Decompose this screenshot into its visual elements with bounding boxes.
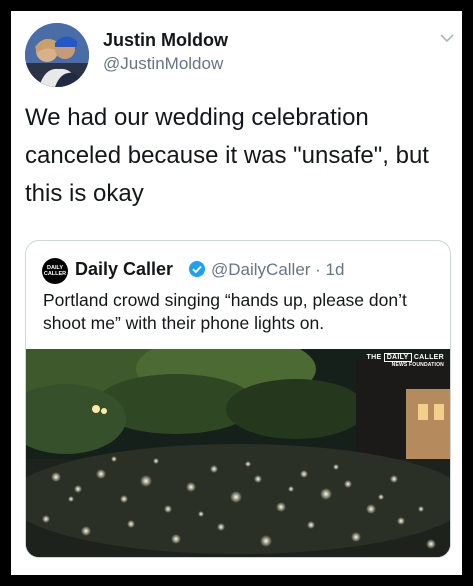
tweet-text: We had our wedding celebration canceled … [25,104,429,207]
quoted-author-handle[interactable]: @DailyCaller · 1d [211,260,344,280]
media-watermark: THE DAILY CALLER NEWS FOUNDATION [366,353,444,368]
watermark-subtitle: NEWS FOUNDATION [391,362,444,368]
verified-badge-icon [189,261,205,277]
daily-caller-logo[interactable]: DAILY CALLER [42,258,68,284]
video-thumbnail[interactable]: THE DAILY CALLER NEWS FOUNDATION [26,349,450,557]
watermark-caller: CALLER [413,354,444,361]
crowd-photo [26,349,450,557]
watermark-the: THE [366,354,382,361]
author-avatar[interactable] [25,23,89,87]
author-handle[interactable]: @JustinMoldow [103,54,223,74]
quoted-tweet-text: Portland crowd singing “hands up, please… [43,290,407,333]
tweet-card: Justin Moldow @JustinMoldow We had our w… [11,11,462,575]
chevron-down-icon[interactable] [439,30,455,46]
quoted-tweet[interactable]: DAILY CALLER Daily Caller @DailyCaller ·… [25,240,451,558]
quoted-author-name[interactable]: Daily Caller [75,259,173,280]
logo-line-2: CALLER [43,271,67,277]
watermark-daily: DAILY [383,353,412,362]
author-name[interactable]: Justin Moldow [103,30,228,51]
